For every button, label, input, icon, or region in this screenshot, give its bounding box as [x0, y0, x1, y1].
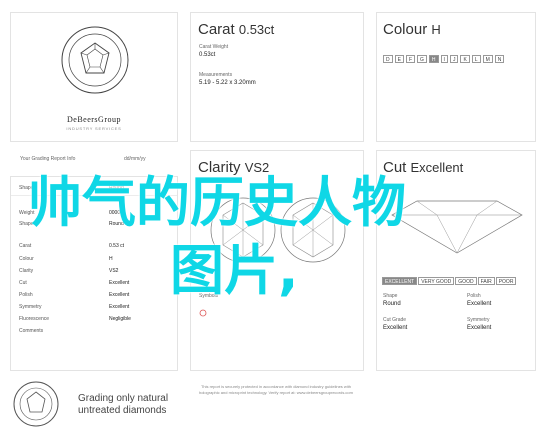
colour-scale-j: J — [449, 55, 459, 63]
cut-field-value: Excellent — [467, 325, 492, 331]
diamond-seal-icon — [61, 26, 129, 94]
colour-scale-n: N — [494, 55, 505, 63]
info-row-value: Negligible — [109, 316, 131, 322]
cut-field-value: Excellent — [383, 325, 408, 331]
carat-value: 0.53ct — [238, 22, 275, 37]
measurements-value: 5.19 - 5.22 x 3.20mm — [199, 80, 256, 86]
footer-tagline-1: Grading only natural — [78, 393, 169, 404]
info-row-label: Clarity — [19, 268, 34, 274]
info-row-value: VS2 — [109, 268, 119, 274]
colour-scale-e: E — [394, 55, 404, 63]
info-row-value: Excellent — [109, 292, 130, 298]
info-row-label: Colour — [19, 256, 34, 262]
colour-scale-h: H — [428, 55, 439, 63]
colour-scale-d: D — [383, 55, 393, 63]
cut-profile-icon — [391, 200, 523, 254]
cut-field-label: Symmetry — [467, 317, 490, 323]
cut-field-value: Round — [383, 301, 401, 307]
colour-scale-i: I — [440, 55, 448, 63]
cut-field-value: Excellent — [467, 301, 492, 307]
footer-tagline-2: untreated diamonds — [78, 405, 167, 416]
cut-scale-fair: FAIR — [477, 277, 495, 285]
info-row-label: Cut — [19, 280, 27, 286]
carat-weight-label: Carat Weight — [199, 44, 229, 50]
carat-title: Carat — [198, 21, 235, 38]
colour-scale-f: F — [405, 55, 416, 63]
colour-panel: Colour H D E F G H I J K L M N — [376, 12, 536, 142]
overlay-title-line2: 图片, — [170, 239, 299, 302]
info-row-label: Carat — [19, 243, 32, 249]
footer-seal-icon — [13, 381, 59, 427]
logo-panel: DeBeersGroup INDUSTRY SERVICES — [10, 12, 178, 142]
cut-field-label: Cut Grade — [383, 317, 407, 323]
info-row-value: Excellent — [109, 304, 130, 310]
info-row-label: Symmetry — [19, 304, 42, 310]
cut-value: Excellent — [410, 160, 464, 175]
info-row-label: Fluorescence — [19, 316, 50, 322]
colour-title: Colour — [383, 21, 428, 38]
colour-scale-l: L — [471, 55, 481, 63]
logo-brand: DeBeersGroup — [67, 115, 121, 124]
carat-weight-value: 0.53ct — [199, 52, 216, 58]
cut-scale-good: GOOD — [455, 277, 477, 285]
cut-field-label: Shape — [383, 293, 398, 299]
colour-scale: D E F G H I J K L M N — [383, 55, 505, 63]
cut-scale-very-good: VERY GOOD — [418, 277, 455, 285]
inclusion-symbol-icon — [199, 309, 207, 317]
info-row-value: Excellent — [109, 280, 130, 286]
cut-field-label: Polish — [467, 293, 481, 299]
colour-scale-m: M — [482, 55, 493, 63]
cut-scale-poor: POOR — [495, 277, 517, 285]
cut-scale: EXCELLENT VERY GOOD GOOD FAIR POOR — [382, 277, 517, 285]
info-row-value: H — [109, 256, 113, 262]
info-row-label: Comments — [19, 328, 44, 334]
colour-scale-k: K — [460, 55, 470, 63]
footer-disclaimer: This report is securely protected in acc… — [198, 384, 353, 395]
measurements-label: Measurements — [199, 72, 233, 78]
info-row-value: 0.53 ct — [109, 243, 125, 249]
colour-scale-g: G — [417, 55, 427, 63]
colour-value: H — [431, 22, 441, 37]
carat-panel: Carat 0.53ct Carat Weight 0.53ct Measure… — [190, 12, 364, 142]
info-row-label: Polish — [19, 292, 33, 298]
cut-scale-excellent: EXCELLENT — [382, 277, 418, 285]
logo-brand-sub: INDUSTRY SERVICES — [66, 126, 122, 131]
